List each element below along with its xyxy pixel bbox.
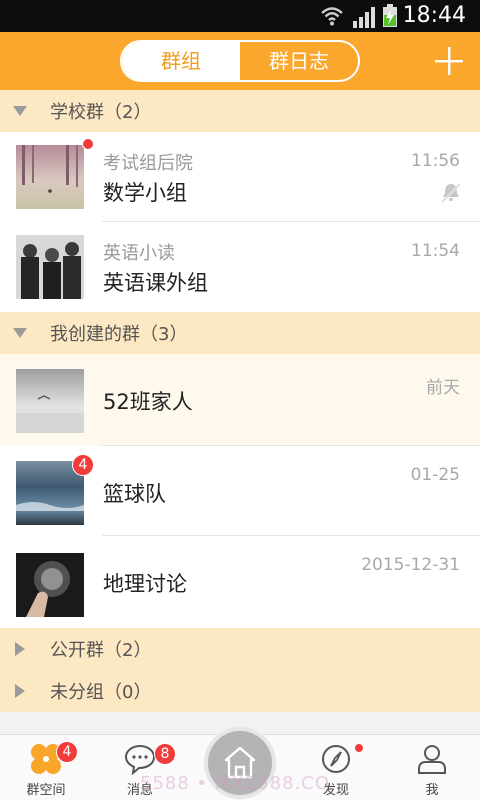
group-subtitle: 英语小读 bbox=[103, 243, 175, 264]
status-bar: 18:44 bbox=[0, 0, 480, 32]
group-time: 11:56 bbox=[411, 151, 460, 171]
nav-tab-group-space[interactable]: 4 群空间 bbox=[6, 735, 86, 800]
top-bar: 群组 群日志 bbox=[0, 32, 480, 90]
segmented-tabs: 群组 群日志 bbox=[120, 40, 360, 82]
section-label: 我创建的群（3） bbox=[50, 324, 188, 345]
group-time: 01-25 bbox=[410, 465, 460, 485]
watermark: 5588 • MX5588.CO bbox=[140, 773, 330, 794]
tab-group-log[interactable]: 群日志 bbox=[240, 42, 358, 80]
nav-tab-me[interactable]: 我 bbox=[392, 735, 472, 800]
chevron-down-icon bbox=[13, 106, 27, 116]
plus-icon[interactable] bbox=[432, 44, 466, 78]
group-title: 数学小组 bbox=[103, 181, 187, 205]
group-title: 52班家人 bbox=[103, 390, 193, 414]
nav-label: 群空间 bbox=[26, 783, 66, 798]
group-avatar bbox=[16, 235, 84, 299]
section-my-groups[interactable]: 我创建的群（3） bbox=[0, 312, 480, 354]
chevron-right-icon bbox=[15, 642, 25, 656]
group-row-class52[interactable]: 52班家人 前天 bbox=[0, 354, 480, 446]
group-avatar bbox=[16, 369, 84, 433]
section-label: 学校群（2） bbox=[50, 102, 152, 123]
unread-badge: 4 bbox=[72, 454, 94, 476]
group-title: 地理讨论 bbox=[103, 572, 187, 596]
group-row-basketball[interactable]: 4 篮球队 01-25 bbox=[0, 446, 480, 536]
nav-label: 我 bbox=[425, 783, 439, 798]
group-title: 篮球队 bbox=[103, 482, 166, 506]
group-time: 前天 bbox=[426, 378, 460, 398]
group-time: 2015-12-31 bbox=[361, 555, 460, 575]
section-label: 公开群（2） bbox=[50, 640, 152, 661]
chevron-right-icon bbox=[15, 684, 25, 698]
section-school-groups[interactable]: 学校群（2） bbox=[0, 90, 480, 132]
section-public-groups[interactable]: 公开群（2） bbox=[0, 628, 480, 670]
unread-dot bbox=[82, 138, 94, 150]
message-icon bbox=[124, 744, 156, 775]
chevron-down-icon bbox=[13, 328, 27, 338]
group-title: 英语课外组 bbox=[103, 271, 208, 295]
nav-dot bbox=[354, 743, 364, 753]
section-ungrouped[interactable]: 未分组（0） bbox=[0, 670, 480, 712]
compass-icon bbox=[322, 745, 350, 773]
wifi-icon bbox=[321, 7, 343, 26]
nav-badge: 8 bbox=[154, 743, 176, 765]
group-row-english[interactable]: 英语小读 英语课外组 11:54 bbox=[0, 222, 480, 312]
muted-bell-icon bbox=[441, 183, 461, 203]
group-avatar bbox=[16, 553, 84, 617]
bottom-nav: 4 群空间 8 消息 发现 我 5588 • MX5588.CO bbox=[0, 727, 480, 800]
group-row-math[interactable]: 考试组后院 数学小组 11:56 bbox=[0, 132, 480, 222]
battery-icon bbox=[383, 4, 397, 27]
user-icon bbox=[418, 745, 446, 774]
status-time: 18:44 bbox=[402, 3, 466, 28]
group-row-geography[interactable]: 地理讨论 2015-12-31 bbox=[0, 536, 480, 628]
signal-icon bbox=[353, 7, 375, 28]
nav-badge: 4 bbox=[56, 741, 78, 763]
group-time: 11:54 bbox=[411, 241, 460, 261]
tab-groups[interactable]: 群组 bbox=[122, 42, 240, 80]
group-avatar bbox=[16, 145, 84, 209]
group-subtitle: 考试组后院 bbox=[103, 153, 193, 174]
section-label: 未分组（0） bbox=[50, 682, 152, 703]
